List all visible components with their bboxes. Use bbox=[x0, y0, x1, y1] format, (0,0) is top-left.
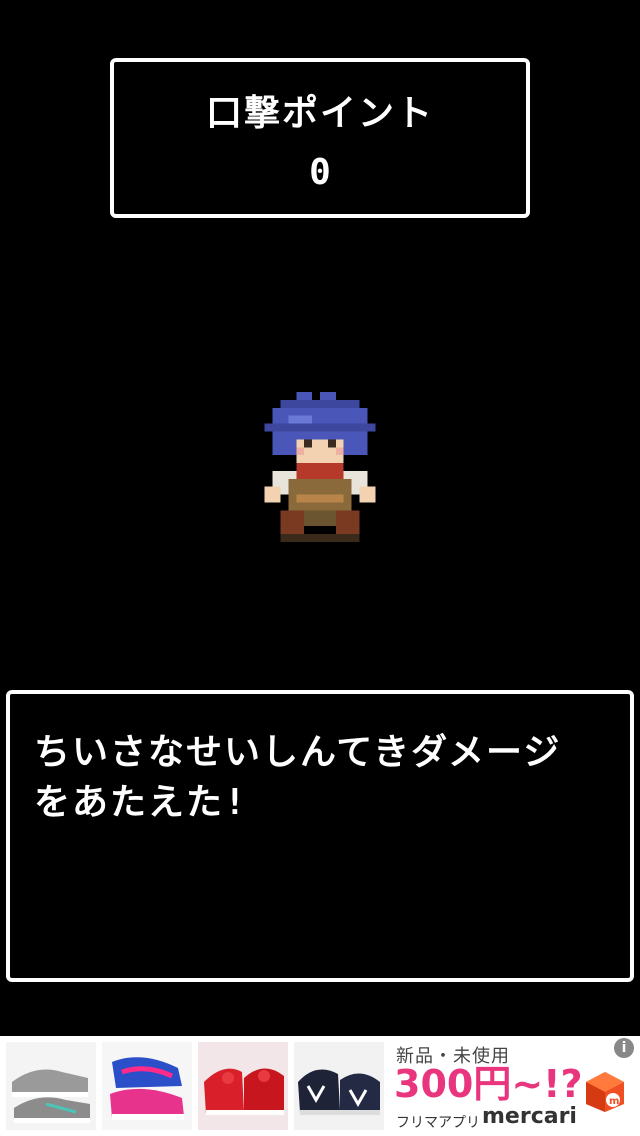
ad-thumbnail-pink-blue-sneakers[interactable] bbox=[102, 1042, 192, 1130]
ad-price-text: 300円~!? bbox=[394, 1062, 583, 1106]
ad-brand-text: mercari bbox=[482, 1104, 577, 1129]
ad-sub-text: フリマアプリ bbox=[396, 1115, 480, 1131]
score-title: 口撃ポイント bbox=[205, 93, 434, 134]
mercari-box-icon: m bbox=[586, 1072, 624, 1112]
ad-thumbnail-navy-sneakers[interactable] bbox=[294, 1042, 384, 1130]
ad-thumbnail-red-sneakers[interactable] bbox=[198, 1042, 288, 1130]
score-panel: 口撃ポイント 0 bbox=[110, 58, 530, 218]
hero-character-sprite[interactable] bbox=[264, 392, 376, 542]
ad-info-icon[interactable]: i bbox=[614, 1038, 634, 1058]
message-text: ちいさなせいしんてきダメージ をあたえた! bbox=[34, 732, 562, 823]
ad-thumbnail-gray-sneakers[interactable] bbox=[6, 1042, 96, 1130]
score-value: 0 bbox=[309, 152, 331, 193]
svg-text:m: m bbox=[609, 1096, 619, 1107]
ad-banner[interactable]: 新品・未使用 300円~!? フリマアプリ mercari m i bbox=[0, 1036, 640, 1136]
message-window[interactable]: ちいさなせいしんてきダメージ をあたえた! bbox=[6, 690, 634, 982]
